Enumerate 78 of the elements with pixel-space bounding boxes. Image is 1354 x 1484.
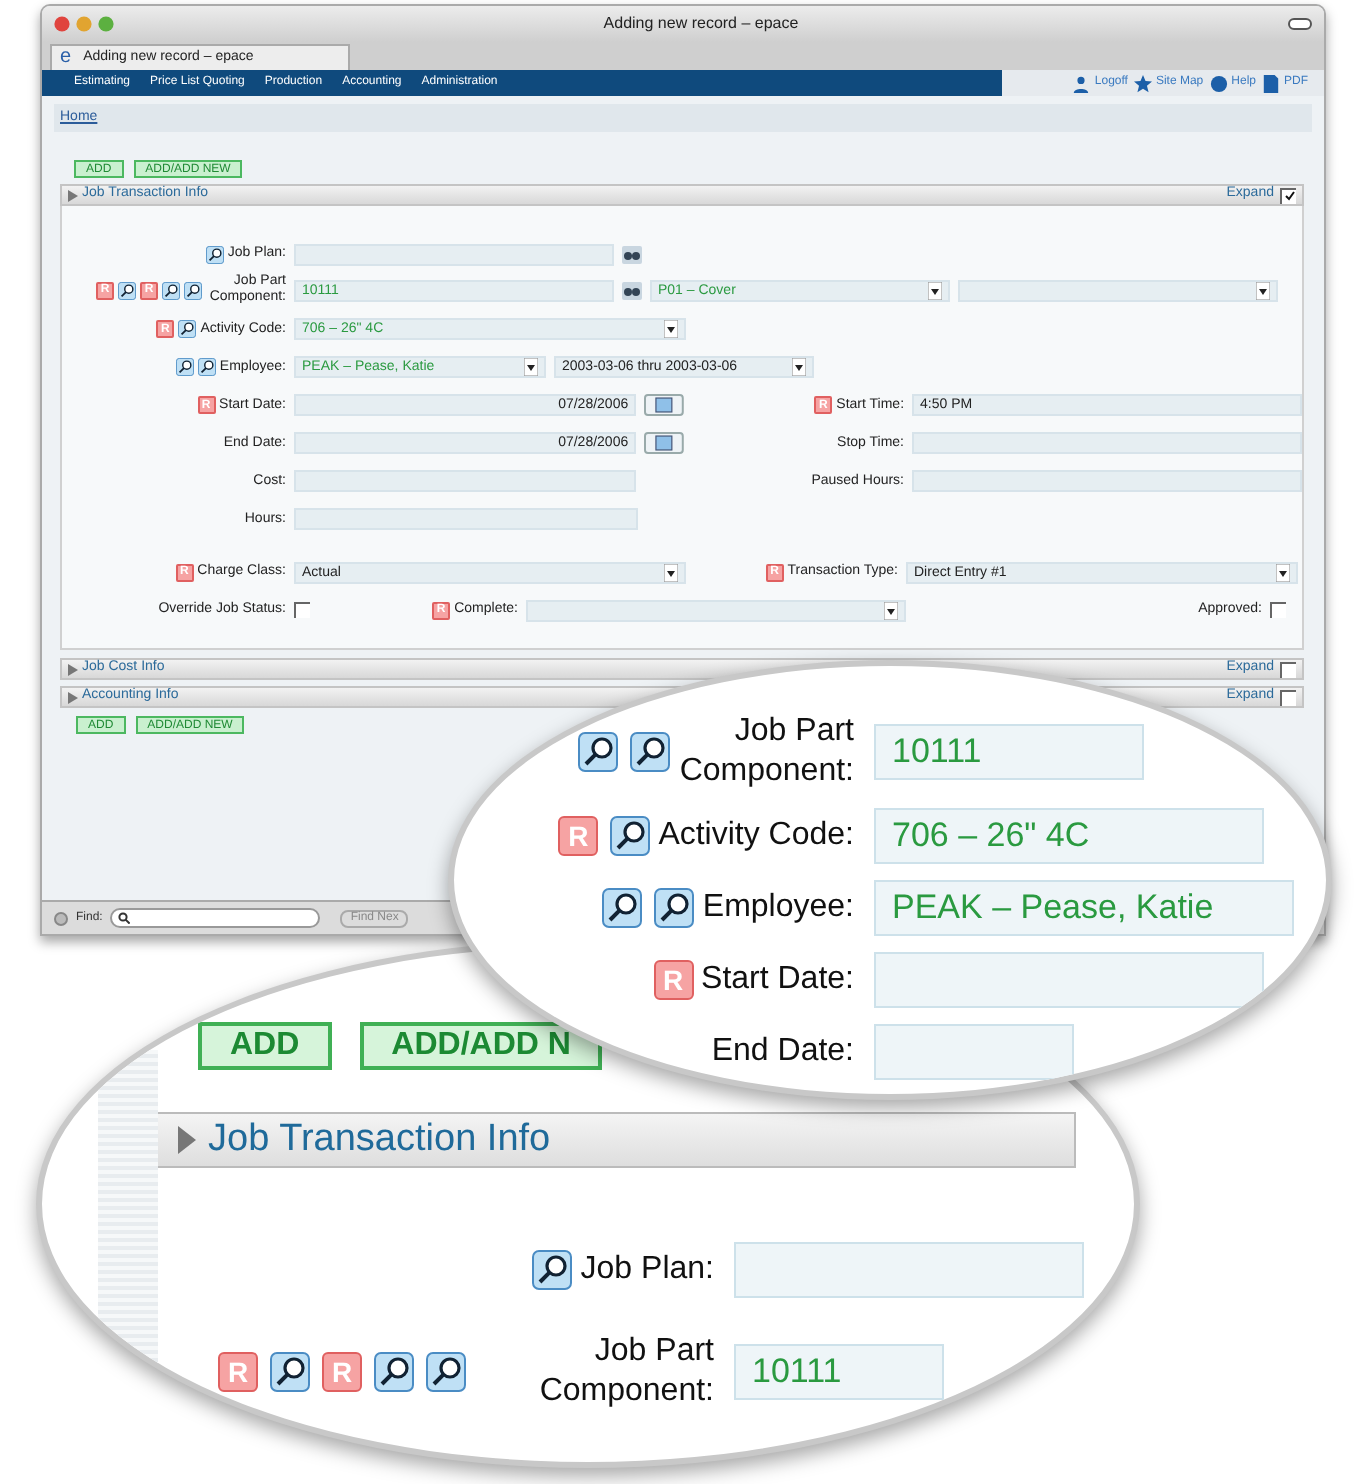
magnifier-icon[interactable] (426, 1352, 466, 1392)
checkbox[interactable] (1280, 689, 1296, 705)
expand-triangle-icon (68, 663, 78, 675)
globe-icon (1209, 73, 1228, 93)
magnifier-icon[interactable] (630, 732, 670, 772)
input-field[interactable] (912, 432, 1302, 454)
magnifier-icon[interactable] (578, 732, 618, 772)
input-field[interactable]: 10111 (734, 1344, 944, 1400)
dropdown-arrow-icon[interactable] (1276, 563, 1290, 581)
window-title: Adding new record – epace (601, 12, 801, 36)
person-icon (1072, 73, 1091, 93)
dropdown-arrow-icon[interactable] (664, 563, 678, 581)
checkmark-icon (1283, 190, 1295, 202)
magnifier-icon[interactable] (205, 245, 224, 263)
field-label: Activity Code: (658, 816, 854, 856)
magnifier-icon[interactable] (162, 281, 180, 299)
checkbox[interactable] (1280, 661, 1296, 677)
magnifier-icon[interactable] (175, 358, 194, 376)
app-logo: e (60, 48, 72, 68)
magnifier-icon[interactable] (270, 1352, 310, 1392)
search-icon (118, 912, 131, 924)
calendar-icon[interactable] (644, 394, 685, 416)
input-field[interactable] (874, 1024, 1074, 1080)
required-badge: R (653, 960, 694, 1000)
required-badge: R (322, 1352, 362, 1392)
field-label: End Date: (711, 1032, 854, 1072)
select-field[interactable] (526, 599, 906, 621)
input-field[interactable]: 10111 (874, 724, 1144, 780)
checkbox[interactable] (294, 602, 310, 618)
select-field[interactable] (958, 279, 1278, 301)
dropdown-arrow-icon[interactable] (664, 320, 678, 338)
input-field[interactable] (294, 243, 614, 265)
document-icon (1262, 73, 1280, 93)
input-field[interactable] (294, 470, 637, 492)
section-title: Job Transaction Info (208, 1115, 551, 1164)
add-button[interactable]: ADD/ADD N (359, 1022, 603, 1070)
binoculars-icon[interactable] (622, 245, 642, 263)
magnifier-icon[interactable] (610, 816, 651, 856)
magnifier-icon[interactable] (532, 1250, 573, 1290)
field-label: Employee: (702, 888, 854, 928)
expand-triangle-icon (68, 189, 78, 201)
input-field[interactable] (874, 952, 1264, 1008)
star-icon (1133, 73, 1152, 93)
toolbar-toggle-icon[interactable] (1288, 18, 1312, 30)
magnifier-icon[interactable] (184, 281, 202, 299)
add-button[interactable]: ADD (198, 1022, 332, 1070)
calendar-icon[interactable] (644, 432, 685, 454)
find-field[interactable] (110, 908, 321, 928)
magnifier-icon[interactable] (178, 320, 197, 338)
magnifier-icon[interactable] (654, 888, 695, 928)
dropdown-arrow-icon[interactable] (928, 281, 942, 299)
magnifier-icon[interactable] (118, 281, 136, 299)
dropdown-arrow-icon[interactable] (792, 358, 806, 376)
input-field[interactable] (912, 470, 1302, 492)
required-badge: R (558, 816, 599, 856)
input-field[interactable] (734, 1242, 1084, 1298)
magnifier-icon[interactable] (374, 1352, 414, 1392)
checkbox[interactable] (1270, 602, 1286, 618)
magnifier-icon[interactable] (197, 358, 216, 376)
field-label: Job Part Component: (678, 712, 854, 792)
section-header[interactable]: Job Transaction Info (156, 1112, 1076, 1168)
dropdown-arrow-icon[interactable] (1256, 281, 1270, 299)
magnifier-icon[interactable] (602, 888, 643, 928)
close-icon[interactable] (54, 16, 70, 32)
checkbox[interactable] (1280, 187, 1296, 203)
input-field[interactable]: 706 – 26" 4C (874, 808, 1264, 864)
required-badge: R (218, 1352, 258, 1392)
expand-triangle-icon (178, 1126, 196, 1154)
field-label: Job Part Component: (537, 1332, 714, 1412)
dropdown-arrow-icon[interactable] (884, 601, 898, 619)
input-field[interactable]: PEAK – Pease, Katie (874, 880, 1294, 936)
close-icon[interactable] (54, 911, 68, 925)
field-label: Job Plan: (580, 1250, 714, 1290)
dropdown-arrow-icon[interactable] (524, 358, 538, 376)
input-field[interactable] (294, 508, 638, 530)
expand-triangle-icon (68, 691, 78, 703)
field-label: Start Date: (701, 960, 854, 1000)
binoculars-icon[interactable] (622, 281, 642, 299)
